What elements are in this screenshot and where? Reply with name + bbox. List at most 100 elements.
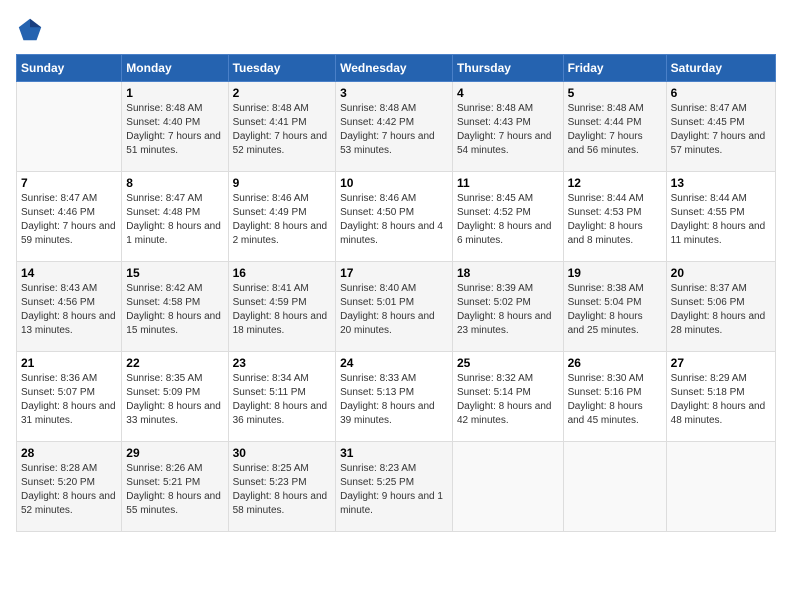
calendar-cell: 23 Sunrise: 8:34 AMSunset: 5:11 PMDayligh…: [228, 352, 336, 442]
day-number: 1: [126, 86, 223, 100]
header-thursday: Thursday: [452, 55, 563, 82]
day-number: 24: [340, 356, 448, 370]
day-info: Sunrise: 8:43 AMSunset: 4:56 PMDaylight:…: [21, 282, 117, 338]
day-info: Sunrise: 8:23 AMSunset: 5:25 PMDaylight:…: [340, 462, 448, 518]
day-info: Sunrise: 8:30 AMSunset: 5:16 PMDaylight:…: [568, 372, 662, 428]
calendar-cell: 24 Sunrise: 8:33 AMSunset: 5:13 PMDayligh…: [336, 352, 453, 442]
calendar-cell: 28 Sunrise: 8:28 AMSunset: 5:20 PMDayligh…: [17, 442, 122, 532]
day-number: 19: [568, 266, 662, 280]
day-info: Sunrise: 8:26 AMSunset: 5:21 PMDaylight:…: [126, 462, 223, 518]
calendar-cell: [666, 442, 775, 532]
day-info: Sunrise: 8:41 AMSunset: 4:59 PMDaylight:…: [233, 282, 332, 338]
day-number: 4: [457, 86, 559, 100]
day-number: 26: [568, 356, 662, 370]
day-info: Sunrise: 8:47 AMSunset: 4:46 PMDaylight:…: [21, 192, 117, 248]
calendar-cell: 2 Sunrise: 8:48 AMSunset: 4:41 PMDaylight…: [228, 82, 336, 172]
calendar-cell: 27 Sunrise: 8:29 AMSunset: 5:18 PMDayligh…: [666, 352, 775, 442]
logo: [16, 16, 48, 44]
day-number: 6: [671, 86, 771, 100]
day-number: 14: [21, 266, 117, 280]
day-info: Sunrise: 8:48 AMSunset: 4:41 PMDaylight:…: [233, 102, 332, 158]
day-info: Sunrise: 8:48 AMSunset: 4:42 PMDaylight:…: [340, 102, 448, 158]
day-info: Sunrise: 8:32 AMSunset: 5:14 PMDaylight:…: [457, 372, 559, 428]
day-info: Sunrise: 8:37 AMSunset: 5:06 PMDaylight:…: [671, 282, 771, 338]
day-info: Sunrise: 8:44 AMSunset: 4:55 PMDaylight:…: [671, 192, 771, 248]
day-info: Sunrise: 8:44 AMSunset: 4:53 PMDaylight:…: [568, 192, 662, 248]
calendar-cell: 30 Sunrise: 8:25 AMSunset: 5:23 PMDayligh…: [228, 442, 336, 532]
calendar-cell: 31 Sunrise: 8:23 AMSunset: 5:25 PMDayligh…: [336, 442, 453, 532]
day-number: 13: [671, 176, 771, 190]
day-number: 5: [568, 86, 662, 100]
day-number: 16: [233, 266, 332, 280]
calendar-cell: 1Sunrise: 8:48 AMSunset: 4:40 PMDaylight…: [122, 82, 228, 172]
calendar-cell: 4 Sunrise: 8:48 AMSunset: 4:43 PMDaylight…: [452, 82, 563, 172]
calendar-cell: 29Sunrise: 8:26 AMSunset: 5:21 PMDayligh…: [122, 442, 228, 532]
day-info: Sunrise: 8:28 AMSunset: 5:20 PMDaylight:…: [21, 462, 117, 518]
day-number: 20: [671, 266, 771, 280]
calendar-cell: 13 Sunrise: 8:44 AMSunset: 4:55 PMDayligh…: [666, 172, 775, 262]
day-info: Sunrise: 8:35 AMSunset: 5:09 PMDaylight:…: [126, 372, 223, 428]
day-info: Sunrise: 8:36 AMSunset: 5:07 PMDaylight:…: [21, 372, 117, 428]
day-info: Sunrise: 8:48 AMSunset: 4:43 PMDaylight:…: [457, 102, 559, 158]
day-number: 3: [340, 86, 448, 100]
day-number: 8: [126, 176, 223, 190]
day-info: Sunrise: 8:40 AMSunset: 5:01 PMDaylight:…: [340, 282, 448, 338]
day-info: Sunrise: 8:34 AMSunset: 5:11 PMDaylight:…: [233, 372, 332, 428]
day-number: 30: [233, 446, 332, 460]
page-header: [16, 16, 776, 44]
day-number: 18: [457, 266, 559, 280]
day-number: 2: [233, 86, 332, 100]
calendar-cell: 5 Sunrise: 8:48 AMSunset: 4:44 PMDaylight…: [563, 82, 666, 172]
calendar-cell: 26 Sunrise: 8:30 AMSunset: 5:16 PMDayligh…: [563, 352, 666, 442]
day-number: 17: [340, 266, 448, 280]
day-info: Sunrise: 8:47 AMSunset: 4:45 PMDaylight:…: [671, 102, 771, 158]
calendar-cell: [452, 442, 563, 532]
day-number: 21: [21, 356, 117, 370]
header-saturday: Saturday: [666, 55, 775, 82]
header-wednesday: Wednesday: [336, 55, 453, 82]
day-info: Sunrise: 8:42 AMSunset: 4:58 PMDaylight:…: [126, 282, 223, 338]
header-monday: Monday: [122, 55, 228, 82]
calendar-table: Sunday Monday Tuesday Wednesday Thursday…: [16, 54, 776, 532]
day-info: Sunrise: 8:33 AMSunset: 5:13 PMDaylight:…: [340, 372, 448, 428]
calendar-cell: 16 Sunrise: 8:41 AMSunset: 4:59 PMDayligh…: [228, 262, 336, 352]
calendar-cell: 12Sunrise: 8:44 AMSunset: 4:53 PMDayligh…: [563, 172, 666, 262]
day-number: 31: [340, 446, 448, 460]
day-number: 11: [457, 176, 559, 190]
calendar-cell: 3 Sunrise: 8:48 AMSunset: 4:42 PMDaylight…: [336, 82, 453, 172]
day-number: 28: [21, 446, 117, 460]
logo-icon: [16, 16, 44, 44]
day-number: 22: [126, 356, 223, 370]
day-info: Sunrise: 8:38 AMSunset: 5:04 PMDaylight:…: [568, 282, 662, 338]
day-info: Sunrise: 8:29 AMSunset: 5:18 PMDaylight:…: [671, 372, 771, 428]
calendar-cell: 25Sunrise: 8:32 AMSunset: 5:14 PMDayligh…: [452, 352, 563, 442]
day-info: Sunrise: 8:48 AMSunset: 4:44 PMDaylight:…: [568, 102, 662, 158]
day-info: Sunrise: 8:39 AMSunset: 5:02 PMDaylight:…: [457, 282, 559, 338]
calendar-cell: 10 Sunrise: 8:46 AMSunset: 4:50 PMDayligh…: [336, 172, 453, 262]
day-number: 7: [21, 176, 117, 190]
day-number: 10: [340, 176, 448, 190]
day-number: 23: [233, 356, 332, 370]
calendar-cell: [17, 82, 122, 172]
header-tuesday: Tuesday: [228, 55, 336, 82]
header-sunday: Sunday: [17, 55, 122, 82]
day-number: 15: [126, 266, 223, 280]
header-friday: Friday: [563, 55, 666, 82]
day-info: Sunrise: 8:46 AMSunset: 4:50 PMDaylight:…: [340, 192, 448, 248]
calendar-cell: 21 Sunrise: 8:36 AMSunset: 5:07 PMDayligh…: [17, 352, 122, 442]
calendar-cell: 8 Sunrise: 8:47 AMSunset: 4:48 PMDaylight…: [122, 172, 228, 262]
day-number: 9: [233, 176, 332, 190]
day-info: Sunrise: 8:47 AMSunset: 4:48 PMDaylight:…: [126, 192, 223, 248]
calendar-cell: 20 Sunrise: 8:37 AMSunset: 5:06 PMDayligh…: [666, 262, 775, 352]
day-number: 27: [671, 356, 771, 370]
day-info: Sunrise: 8:45 AMSunset: 4:52 PMDaylight:…: [457, 192, 559, 248]
calendar-cell: 9 Sunrise: 8:46 AMSunset: 4:49 PMDaylight…: [228, 172, 336, 262]
day-info: Sunrise: 8:46 AMSunset: 4:49 PMDaylight:…: [233, 192, 332, 248]
calendar-cell: [563, 442, 666, 532]
calendar-cell: 6 Sunrise: 8:47 AMSunset: 4:45 PMDaylight…: [666, 82, 775, 172]
calendar-cell: 19 Sunrise: 8:38 AMSunset: 5:04 PMDayligh…: [563, 262, 666, 352]
calendar-cell: 17 Sunrise: 8:40 AMSunset: 5:01 PMDayligh…: [336, 262, 453, 352]
calendar-header: Sunday Monday Tuesday Wednesday Thursday…: [17, 55, 776, 82]
calendar-cell: 22 Sunrise: 8:35 AMSunset: 5:09 PMDayligh…: [122, 352, 228, 442]
day-info: Sunrise: 8:25 AMSunset: 5:23 PMDaylight:…: [233, 462, 332, 518]
